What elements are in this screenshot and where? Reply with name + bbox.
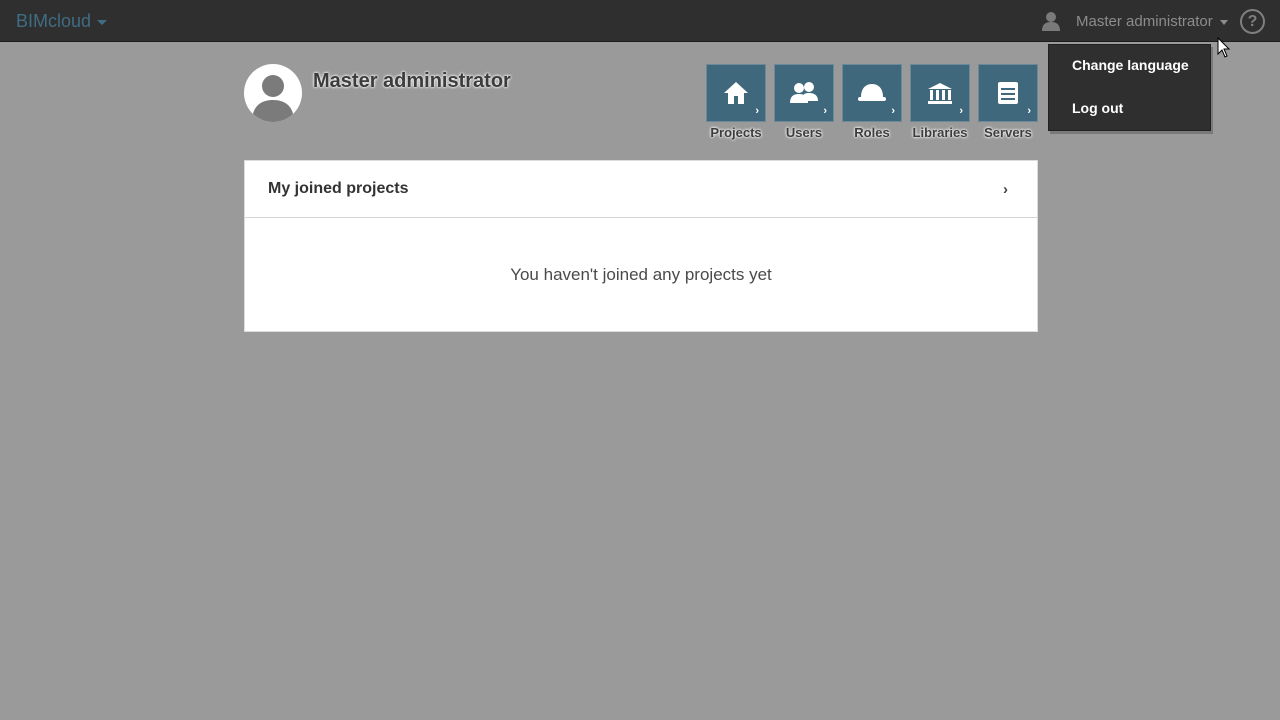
user-icon [1042, 12, 1060, 31]
tile-libraries[interactable]: › Libraries [910, 64, 970, 140]
chevron-right-icon: › [755, 105, 759, 117]
users-icon [790, 82, 818, 103]
user-name: Master administrator [1076, 12, 1213, 30]
help-button[interactable]: ? [1240, 9, 1265, 34]
tile-roles[interactable]: › Roles [842, 64, 902, 140]
tile-label: Projects [710, 125, 762, 140]
profile-name: Master administrator [313, 70, 511, 92]
hardhat-icon [858, 84, 886, 101]
avatar [244, 64, 302, 122]
user-avatar-icon [252, 75, 294, 122]
chevron-right-icon: › [959, 105, 963, 117]
chevron-right-icon: › [1027, 105, 1031, 117]
chevron-down-icon [97, 19, 108, 25]
joined-projects-header[interactable]: My joined projects › [245, 161, 1037, 218]
tile-servers[interactable]: › Servers [978, 64, 1038, 140]
tile-label: Users [785, 125, 823, 140]
chevron-down-icon [1219, 20, 1228, 25]
chevron-right-icon: › [823, 105, 827, 117]
quick-nav-tiles: › Projects › Users › Roles › Libraries ›… [706, 64, 1038, 140]
empty-state-message: You haven't joined any projects yet [510, 265, 772, 284]
user-menu-toggle[interactable]: Master administrator [1040, 8, 1228, 34]
user-dropdown-menu: Change language Log out [1048, 44, 1211, 131]
tile-label: Libraries [912, 125, 968, 140]
chevron-right-icon: › [891, 105, 895, 117]
tile-label: Servers [984, 125, 1032, 140]
library-icon [928, 83, 952, 104]
tile-projects[interactable]: › Projects [706, 64, 766, 140]
brand-menu[interactable]: BIMcloud [16, 10, 108, 32]
house-icon [724, 82, 748, 104]
log-out-item[interactable]: Log out [1072, 100, 1123, 116]
tile-label: Roles [854, 125, 890, 140]
brand-name: BIMcloud [16, 10, 92, 31]
top-bar: BIMcloud Master administrator ? [0, 0, 1280, 42]
chevron-right-icon: › [1003, 181, 1008, 198]
panel-title: My joined projects [268, 180, 409, 197]
joined-projects-panel: My joined projects › You haven't joined … [244, 160, 1038, 332]
change-language-item[interactable]: Change language [1072, 57, 1189, 73]
server-icon [998, 82, 1018, 104]
tile-users[interactable]: › Users [774, 64, 834, 140]
question-mark-icon: ? [1247, 13, 1258, 30]
mouse-cursor-icon [1217, 37, 1231, 58]
